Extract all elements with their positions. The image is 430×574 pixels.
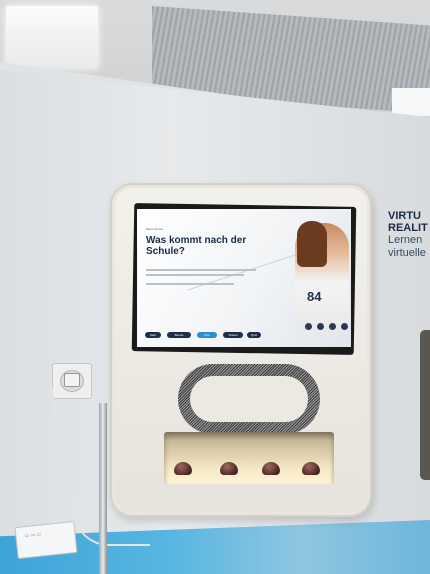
- ceiling-light-right: [392, 88, 430, 116]
- screen-nav-button[interactable]: Quiz: [247, 332, 261, 338]
- screen-text-line: [146, 283, 234, 285]
- wall-sign-line3: Lernen: [388, 234, 423, 246]
- wall-sign-line2: REALIT: [388, 222, 428, 234]
- sensor-grille-center: [190, 376, 308, 422]
- screen-nav-button[interactable]: Videos: [223, 332, 243, 338]
- screen-small-label: Basis Schule: [146, 227, 164, 231]
- screen-text-line: [146, 269, 256, 271]
- screen-title: Was kommt nach der Schule?: [146, 235, 247, 257]
- screen-nav-button[interactable]: Berufe: [167, 332, 191, 338]
- dome-button[interactable]: [302, 462, 320, 475]
- screen-person-hair: [297, 221, 327, 267]
- wall-sign: VIRTU REALIT Lernen virtuelle: [388, 210, 430, 260]
- screen-control-icon[interactable]: [317, 323, 324, 330]
- screen-nav-button-active[interactable]: Info: [197, 332, 217, 338]
- screen-control-icon[interactable]: [341, 323, 348, 330]
- power-supply-box: ▭ ▭ ▭: [14, 520, 78, 560]
- power-box-label: ▭ ▭ ▭: [24, 531, 42, 540]
- metal-pole: [99, 403, 107, 574]
- dome-button[interactable]: [220, 462, 238, 475]
- jersey-number: 84: [307, 289, 322, 304]
- kiosk-screen[interactable]: Basis Schule Was kommt nach der Schule? …: [137, 209, 351, 347]
- dome-button[interactable]: [262, 462, 280, 475]
- wall-sign-line4: virtuelle: [388, 247, 426, 259]
- dome-button[interactable]: [174, 462, 192, 475]
- wall-sign-line1: VIRTU: [388, 210, 421, 222]
- screen-nav-button[interactable]: Start: [145, 332, 161, 338]
- screen-text-line: [146, 274, 244, 276]
- ceiling-light: [6, 6, 98, 68]
- edge-object: [420, 330, 430, 480]
- screen-control-icon[interactable]: [329, 323, 336, 330]
- screen-control-icon[interactable]: [305, 323, 312, 330]
- button-tray: [164, 432, 334, 484]
